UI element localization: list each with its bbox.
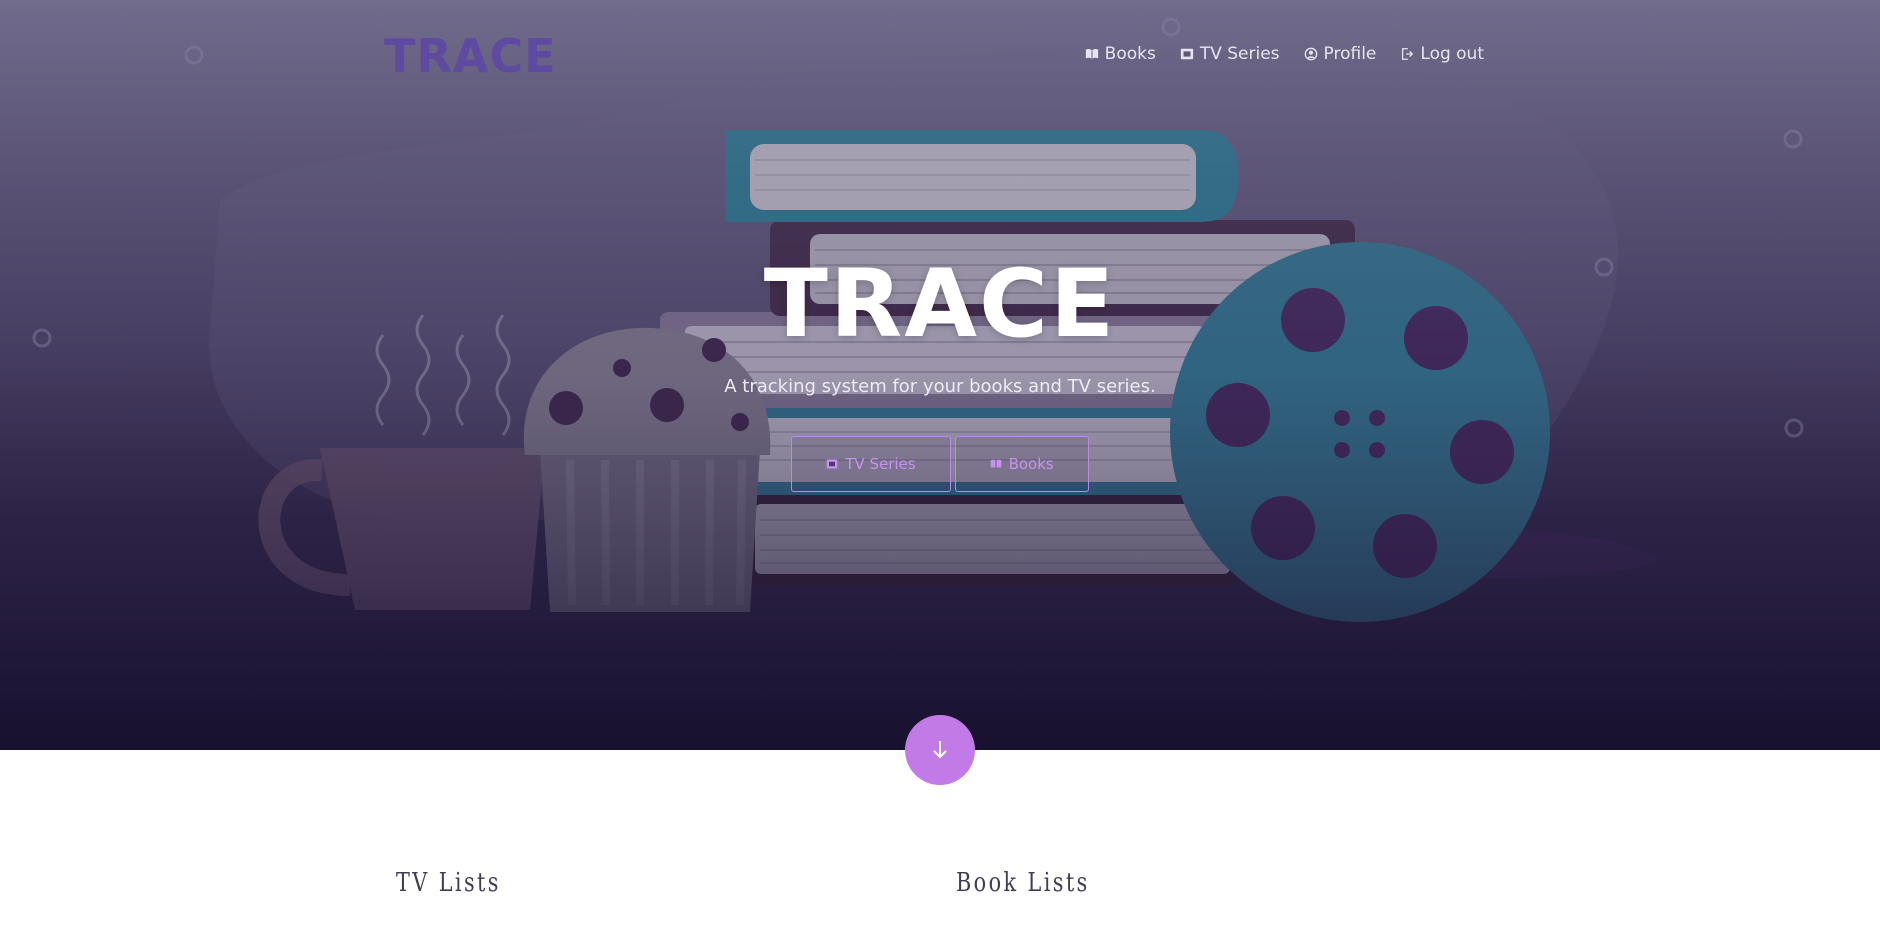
book-icon <box>1085 49 1098 60</box>
brand-logo[interactable]: TRACE <box>384 28 557 84</box>
nav-item-profile[interactable]: Profile <box>1304 44 1377 64</box>
scroll-down-button[interactable] <box>905 715 975 785</box>
arrow-down-icon <box>933 741 947 759</box>
nav-item-label: TV Series <box>1199 44 1280 64</box>
hero-section: TRACE Books TV Series Profile Log out TR… <box>0 0 1880 750</box>
books-button[interactable]: Books <box>954 436 1089 492</box>
nav-item-tv-series[interactable]: TV Series <box>1180 44 1280 64</box>
nav-item-books[interactable]: Books <box>1085 44 1156 64</box>
nav-item-label: Log out <box>1420 44 1484 64</box>
hero-title: TRACE <box>763 250 1117 359</box>
hero-content: TRACE A tracking system for your books a… <box>0 250 1880 397</box>
books-button-label: Books <box>1008 455 1054 473</box>
nav-links: Books TV Series Profile Log out <box>1085 44 1484 64</box>
nav-item-label: Profile <box>1323 44 1377 64</box>
tv-series-button-label: TV Series <box>845 455 916 473</box>
book-icon <box>990 459 1001 469</box>
hero-buttons: TV Series Books <box>0 436 1880 492</box>
book-lists-heading: Book Lists <box>956 868 1090 898</box>
user-circle-icon <box>1304 47 1317 61</box>
nav-item-log-out[interactable]: Log out <box>1400 44 1484 64</box>
brand-logo-text: TRACE <box>384 29 557 83</box>
film-icon <box>827 459 838 469</box>
tv-lists-heading: TV Lists <box>396 868 501 898</box>
film-icon <box>1180 48 1193 60</box>
logout-icon <box>1402 48 1414 60</box>
navbar: TRACE Books TV Series Profile Log out <box>0 0 1880 112</box>
tv-series-button[interactable]: TV Series <box>791 436 951 492</box>
nav-item-label: Books <box>1104 44 1156 64</box>
hero-subtitle: A tracking system for your books and TV … <box>724 376 1156 397</box>
